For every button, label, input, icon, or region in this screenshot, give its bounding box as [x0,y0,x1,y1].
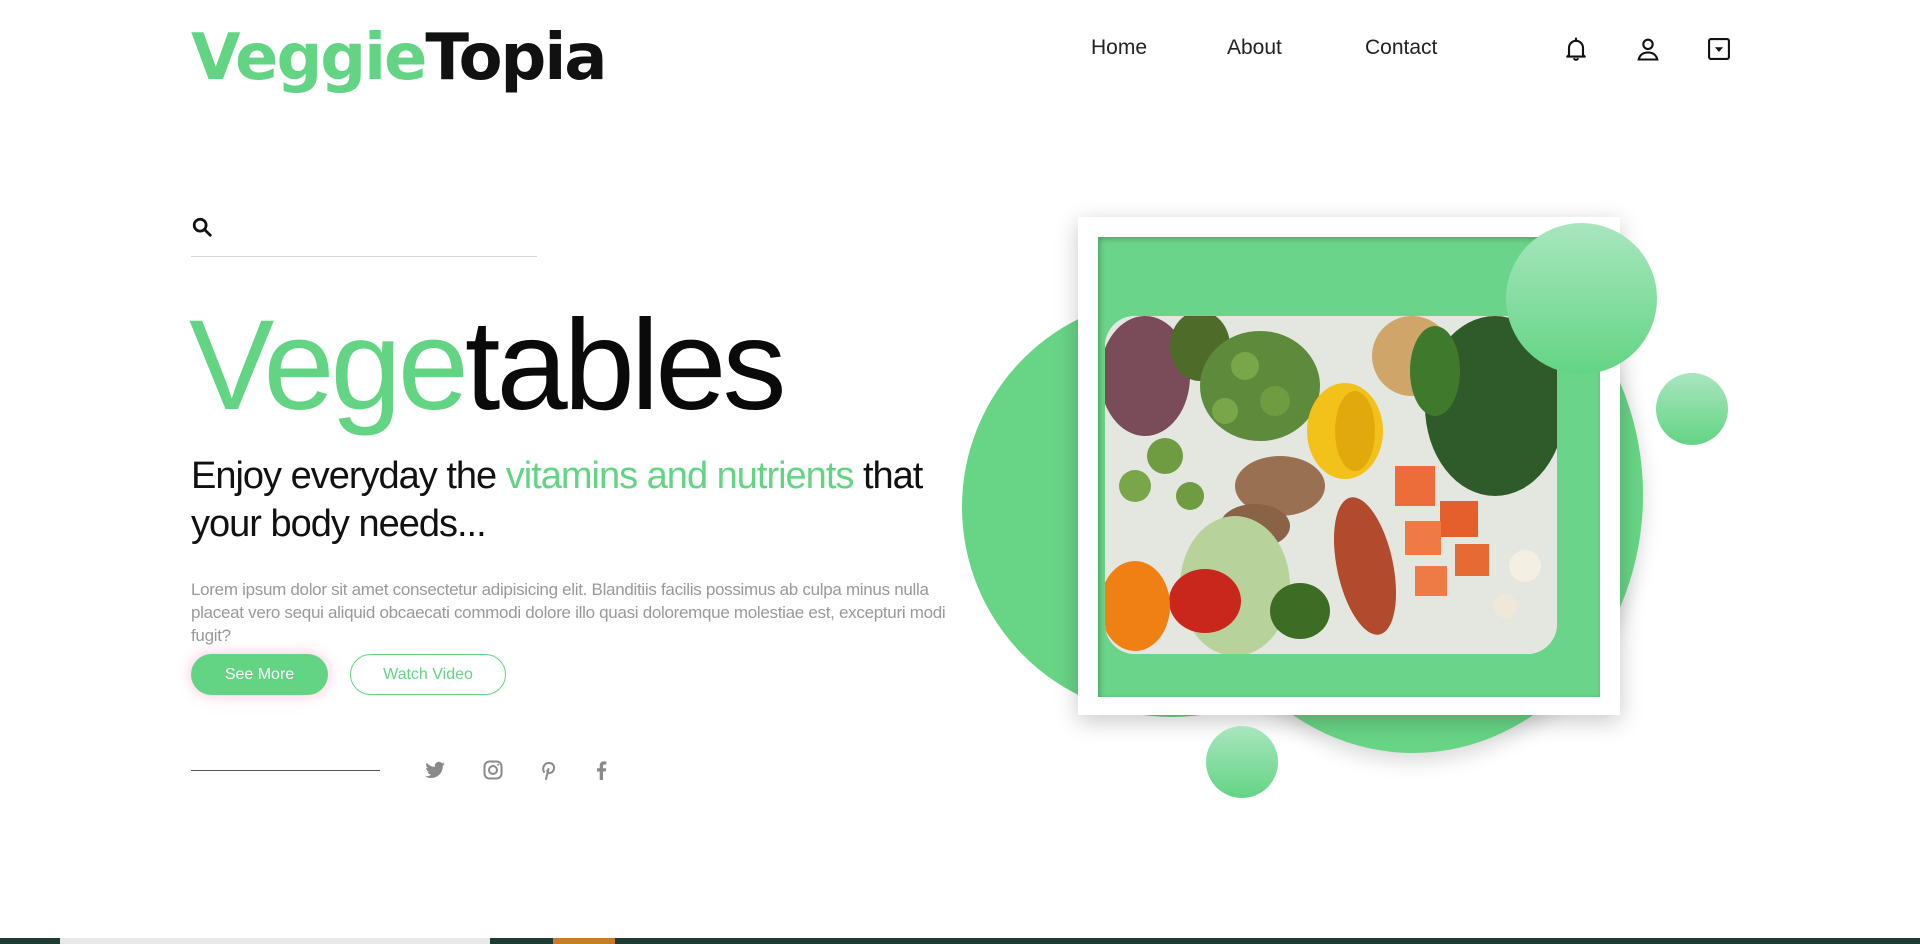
hero-title-tables: tables [464,294,787,437]
logo-part-veggie: Veggie [191,21,427,95]
social-divider [191,770,380,771]
watch-video-button[interactable]: Watch Video [350,654,506,695]
logo[interactable]: VeggieTopia [191,26,607,90]
next-section-edge [0,938,1920,944]
hero-subtitle: Enjoy everyday the vitamins and nutrient… [191,452,961,548]
search-bar [191,216,537,257]
hero-title: Vegetables [189,302,786,430]
bell-icon[interactable] [1562,35,1590,63]
search-icon[interactable] [191,216,213,238]
hero-title-vege: Vege [189,294,469,437]
nav-about-link[interactable]: About [1227,36,1282,60]
search-input[interactable] [227,216,531,242]
vegetables-photo [1105,316,1557,654]
hero-subtitle-highlight: vitamins and nutrients [505,455,855,497]
instagram-icon[interactable] [481,758,505,782]
user-icon[interactable] [1634,35,1662,63]
pinterest-icon[interactable] [536,758,560,782]
nav-home-link[interactable]: Home [1091,36,1147,60]
twitter-icon[interactable] [423,758,447,782]
decor-bubble-small [1656,373,1728,445]
logo-part-topia: Topia [425,21,607,95]
nav-contact-link[interactable]: Contact [1365,36,1437,60]
facebook-icon[interactable] [589,758,613,782]
see-more-button[interactable]: See More [191,654,328,695]
decor-bubble-large [1506,223,1657,374]
decor-bubble-bottom [1206,726,1278,798]
hero-subtitle-start: Enjoy everyday the [191,455,506,497]
dropdown-box-icon[interactable] [1705,35,1733,63]
hero-description: Lorem ipsum dolor sit amet consectetur a… [191,580,946,645]
